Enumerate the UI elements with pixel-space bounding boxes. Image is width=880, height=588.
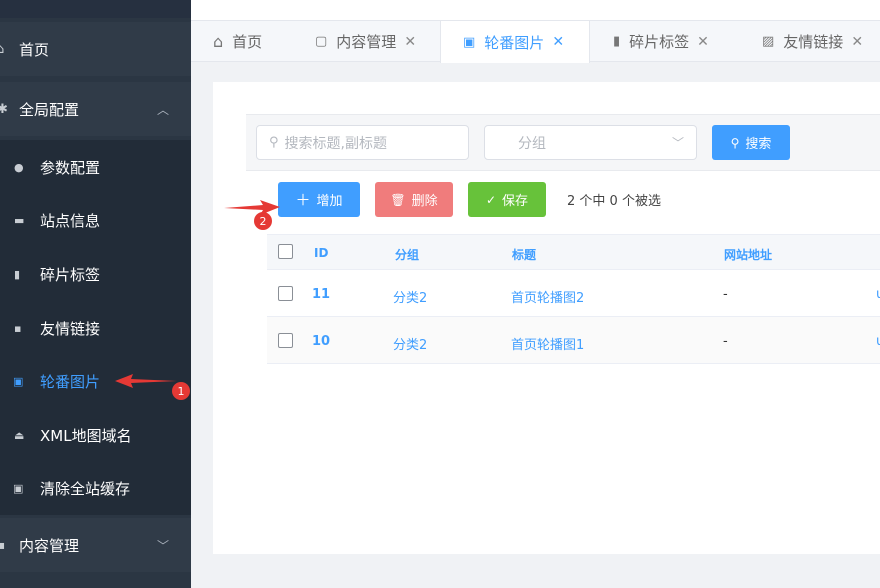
tab-friend-links[interactable]: ▨ 友情链接 ✕ [762, 21, 863, 62]
settings-dot-icon: ● [14, 160, 24, 174]
selection-count: 2 个中 0 个被选 [567, 194, 661, 209]
column-header-url[interactable]: 网站地址 [724, 246, 772, 263]
tab-content-manage[interactable]: ▢ 内容管理 ✕ [315, 21, 416, 62]
monitor-icon: ▬ [14, 213, 25, 227]
image-icon: ▣ [13, 374, 24, 388]
tab-carousel[interactable]: ▣ 轮番图片 ✕ [440, 21, 590, 63]
save-button[interactable]: ✓ 保存 [468, 182, 546, 217]
chevron-down-icon[interactable]: ﹀ [157, 537, 169, 554]
annotation-arrow-2 [224, 200, 280, 215]
sidebar-item-site-info[interactable]: ▬ 站点信息 [0, 193, 191, 247]
row-checkbox[interactable] [278, 333, 293, 348]
sidebar-top-strip [0, 0, 191, 18]
row-checkbox[interactable] [278, 286, 293, 301]
group-select[interactable]: 分组 ﹀ [484, 125, 697, 160]
sidebar-item-content-manage[interactable]: ▪ 内容管理 ﹀ [0, 518, 191, 572]
sidebar-item-friend-links[interactable]: ▪ 友情链接 [0, 301, 191, 355]
column-header-group[interactable]: 分组 [395, 246, 419, 263]
user-icon: ⏏ [14, 428, 25, 442]
annotation-badge-1: 1 [172, 382, 190, 400]
sidebar-item-global-config[interactable]: ✱ 全局配置 ︿ [0, 82, 191, 136]
home-icon: ⌂ [213, 32, 224, 51]
select-all-checkbox[interactable] [278, 244, 293, 259]
table-row[interactable]: 11 分类2 首页轮播图2 - u [267, 270, 880, 317]
sidebar-item-clear-cache[interactable]: ▣ 清除全站缓存 [0, 461, 191, 515]
add-button[interactable]: ＋ 增加 [278, 182, 360, 217]
column-header-id[interactable]: ID [314, 246, 328, 260]
sidebar-item-xml-sitemap[interactable]: ⏏ XML地图域名 [0, 408, 191, 462]
chevron-up-icon[interactable]: ︿ [157, 101, 169, 118]
close-icon[interactable]: ✕ [404, 34, 416, 50]
plus-icon: ＋ [295, 191, 311, 209]
column-header-title[interactable]: 标题 [512, 246, 536, 263]
sidebar-item-home[interactable]: ⌂ 首页 [0, 22, 191, 76]
sidebar-item-fragment-tags[interactable]: ▮ 碎片标签 [0, 247, 191, 301]
sidebar: ⌂ 首页 ✱ 全局配置 ︿ ● 参数配置 ▬ 站点信息 ▮ 碎片标签 ▪ 友情链… [0, 0, 191, 588]
tab-home[interactable]: ⌂ 首页 [213, 21, 262, 62]
search-icon: ⚲ [269, 135, 279, 150]
chart-icon: ▨ [762, 34, 775, 49]
image-icon: ▣ [13, 481, 24, 495]
image-outline-icon: ▢ [315, 34, 328, 49]
annotation-badge-2: 2 [254, 212, 272, 230]
close-icon[interactable]: ✕ [552, 34, 564, 50]
delete-button[interactable]: 🗑 删除 [375, 182, 453, 217]
bookmark-icon: ▮ [613, 34, 621, 49]
table-header: ID 分组 标题 网站地址 [267, 234, 880, 270]
grid-icon: ▪ [0, 538, 6, 552]
close-icon[interactable]: ✕ [851, 34, 863, 50]
search-input[interactable]: ⚲ 搜索标题,副标题 [256, 125, 469, 160]
home-icon: ⌂ [0, 41, 5, 57]
top-header-strip [191, 0, 880, 20]
tab-fragment-tags[interactable]: ▮ 碎片标签 ✕ [613, 21, 709, 62]
gear-icon: ✱ [0, 101, 8, 117]
annotation-arrow-1 [115, 374, 177, 388]
search-button[interactable]: ⚲ 搜索 [712, 125, 790, 160]
trash-icon: 🗑 [390, 192, 406, 207]
check-circle-icon: ✓ [485, 192, 497, 207]
chevron-down-icon: ﹀ [671, 136, 684, 150]
search-icon: ⚲ [730, 135, 740, 150]
image-icon: ▣ [463, 34, 476, 50]
close-icon[interactable]: ✕ [697, 34, 709, 50]
table-row[interactable]: 10 分类2 首页轮播图1 - u [267, 317, 880, 364]
link-box-icon: ▪ [14, 321, 22, 335]
tab-bar: ⌂ 首页 ▢ 内容管理 ✕ ▣ 轮番图片 ✕ ▮ 碎片标签 ✕ ▨ 友情链接 ✕ [191, 20, 880, 63]
bookmark-icon: ▮ [14, 267, 21, 281]
sidebar-item-params[interactable]: ● 参数配置 [0, 140, 191, 194]
